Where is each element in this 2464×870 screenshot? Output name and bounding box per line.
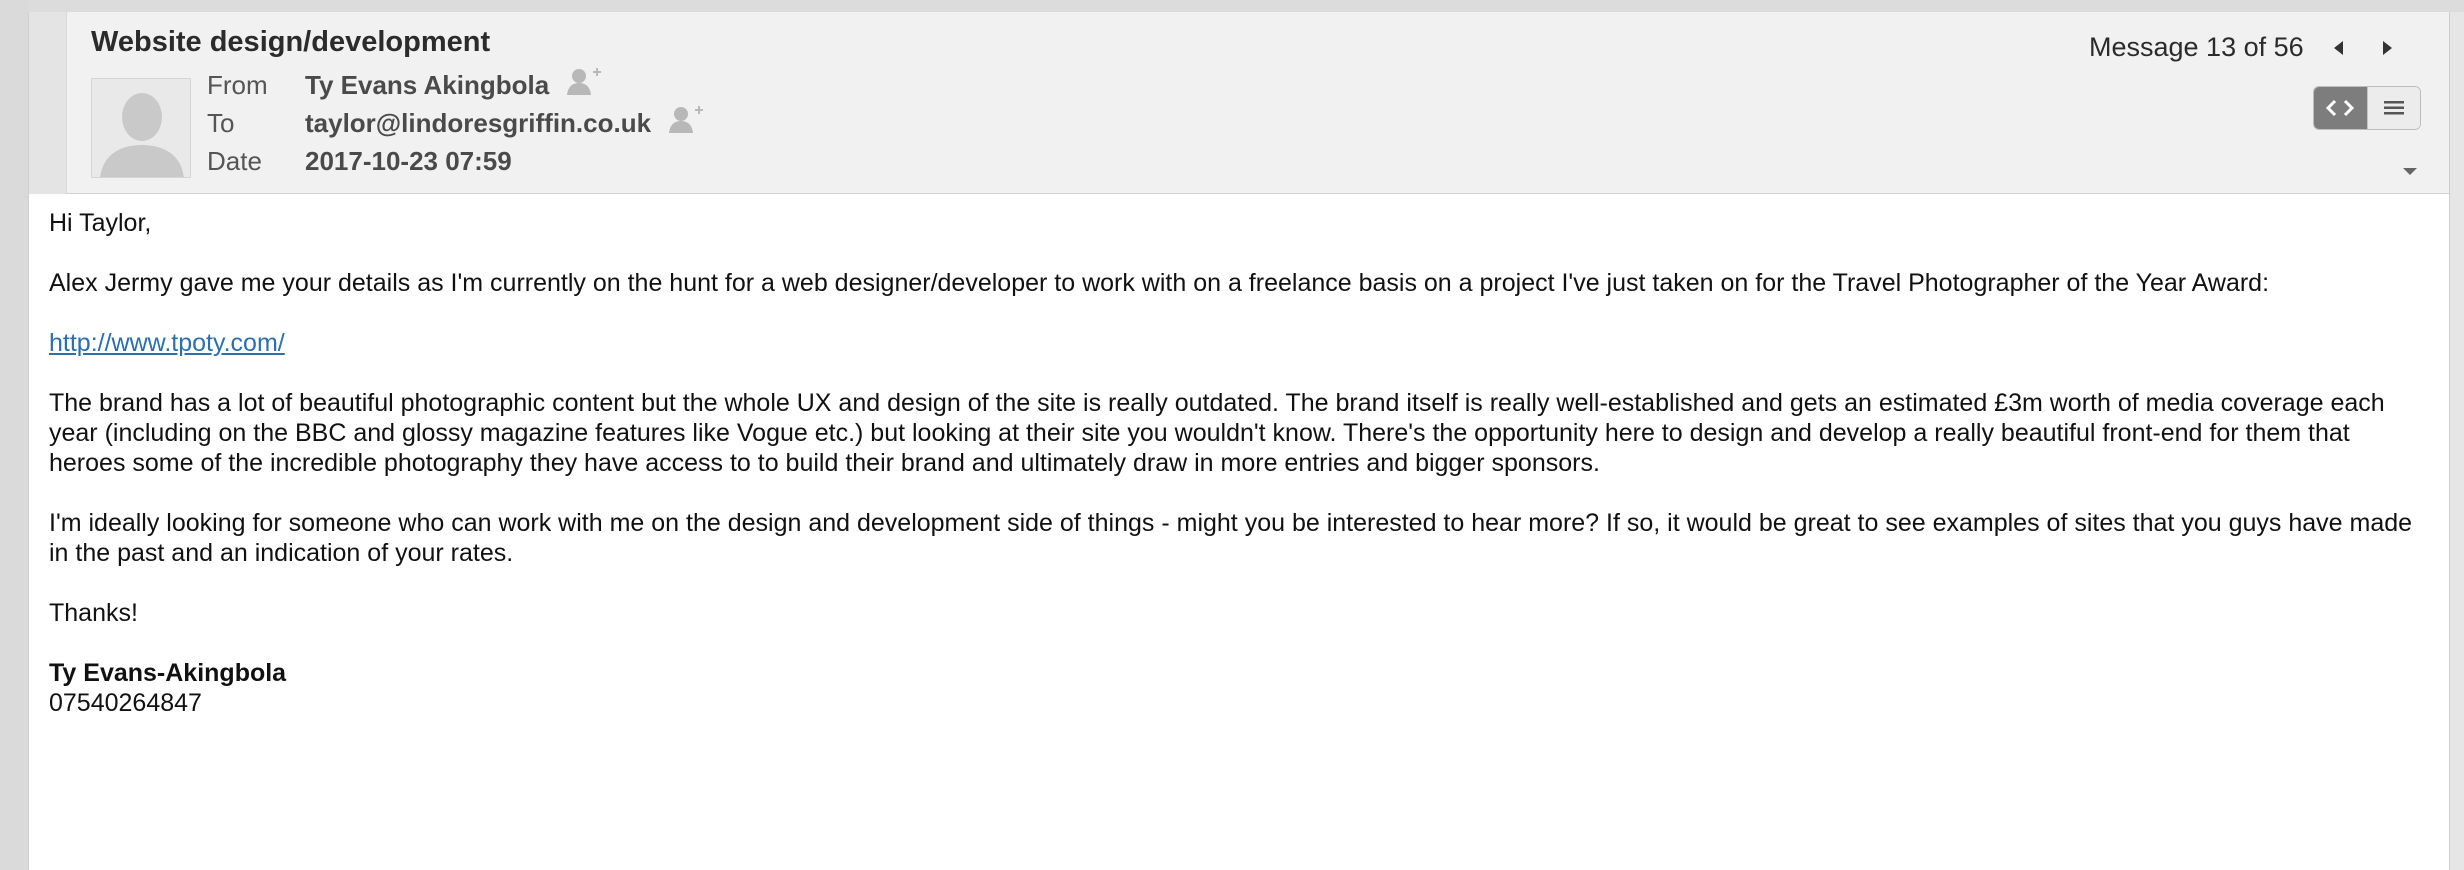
header-accent-bar	[29, 12, 67, 194]
date-row: Date 2017-10-23 07:59	[207, 144, 512, 178]
closing: Thanks!	[49, 599, 138, 627]
message-subject: Website design/development	[91, 26, 491, 58]
add-contact-icon[interactable]	[667, 105, 705, 142]
triangle-right-icon[interactable]	[2375, 36, 2399, 60]
lines-icon	[2383, 101, 2404, 115]
greeting: Hi Taylor,	[49, 209, 152, 237]
top-border	[0, 0, 2464, 12]
signature-phone: 07540264847	[49, 689, 202, 717]
triangle-left-icon[interactable]	[2327, 36, 2351, 60]
website-link[interactable]: http://www.tpoty.com/	[49, 329, 285, 357]
body-paragraph: Alex Jermy gave me your details as I'm c…	[49, 269, 2270, 297]
chevron-down-icon[interactable]	[2399, 164, 2421, 183]
signature-name: Ty Evans-Akingbola	[49, 659, 287, 687]
date-label: Date	[207, 145, 262, 176]
plain-text-view-button[interactable]	[2366, 87, 2420, 129]
code-brackets-icon	[2326, 99, 2355, 117]
mail-window: Website design/development From Ty Evans…	[0, 0, 2464, 870]
body-paragraph: The brand has a lot of beautiful photogr…	[49, 389, 2385, 477]
view-mode-toggle	[2313, 86, 2421, 130]
to-value[interactable]: taylor@lindoresgriffin.co.uk	[305, 108, 651, 139]
message-counter: Message 13 of 56	[2089, 31, 2304, 62]
from-row: From Ty Evans Akingbola	[207, 67, 603, 104]
date-value: 2017-10-23 07:59	[305, 145, 512, 176]
from-label: From	[207, 69, 268, 100]
body-paragraph: I'm ideally looking for someone who can …	[49, 509, 2413, 567]
person-silhouette-icon	[92, 79, 190, 177]
message-pane: Website design/development From Ty Evans…	[28, 12, 2450, 870]
sender-avatar	[91, 78, 191, 178]
from-value[interactable]: Ty Evans Akingbola	[305, 70, 549, 101]
left-gutter	[0, 0, 28, 870]
message-body: Hi Taylor, Alex Jermy gave me your detai…	[49, 208, 2433, 718]
add-contact-icon[interactable]	[565, 67, 603, 104]
message-header: Website design/development From Ty Evans…	[29, 12, 2449, 194]
to-row: To taylor@lindoresgriffin.co.uk	[207, 105, 705, 142]
html-view-button[interactable]	[2314, 87, 2367, 129]
to-label: To	[207, 107, 235, 138]
